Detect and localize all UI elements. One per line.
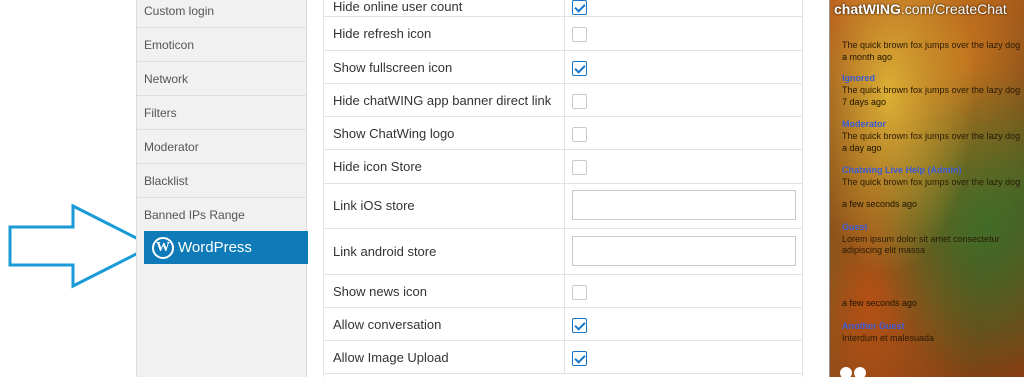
chat-message-user[interactable]: Another Guest	[842, 321, 905, 331]
chat-message-text: The quick brown fox jumps over the lazy …	[842, 177, 1021, 187]
allow-image-upload-checkbox[interactable]	[572, 351, 587, 366]
row-value	[564, 229, 802, 274]
table-row: Hide refresh icon	[324, 17, 802, 51]
hide-app-banner-checkbox[interactable]	[572, 94, 587, 109]
table-row: Allow conversation	[324, 308, 802, 341]
sidebar-item-filters[interactable]: Filters	[137, 96, 307, 130]
row-label: Show fullscreen icon	[333, 60, 453, 75]
allow-conversation-checkbox[interactable]	[572, 318, 587, 333]
row-label: Hide icon Store	[333, 159, 422, 174]
chat-message-time: 7 days ago	[842, 97, 887, 107]
chat-message-user[interactable]: Moderator	[842, 119, 886, 129]
row-label: Link iOS store	[333, 198, 415, 213]
preview-title-url: .com/CreateChat	[900, 1, 1007, 17]
table-row: Hide online user count	[324, 0, 802, 17]
settings-table: Hide online user count Hide refresh icon…	[323, 0, 803, 377]
row-value	[564, 308, 802, 340]
chat-message-text: The quick brown fox jumps over the lazy …	[842, 40, 1021, 50]
app-root: Custom login Emoticon Network Filters Mo…	[0, 0, 1024, 377]
chatbox-preview: chatWING.com/CreateChat The quick brown …	[829, 0, 1024, 377]
chat-message-text: Lorem ipsum dolor sit amet consectetur a…	[842, 234, 1000, 255]
row-label: Show news icon	[333, 284, 427, 299]
chat-message-text: The quick brown fox jumps over the lazy …	[842, 85, 1021, 95]
table-row: Show news icon	[324, 275, 802, 308]
row-value	[564, 275, 802, 307]
sidebar-item-blacklist[interactable]: Blacklist	[137, 164, 307, 198]
preview-title-brand: chatWING	[834, 1, 901, 17]
link-android-store-input[interactable]	[572, 236, 796, 266]
table-row: Link android store	[324, 229, 802, 275]
chat-message-time: a few seconds ago	[842, 298, 918, 308]
table-row: Hide icon Store	[324, 150, 802, 184]
row-label: Hide online user count	[333, 0, 463, 14]
preview-title: chatWING.com/CreateChat	[834, 1, 1007, 17]
link-ios-store-input[interactable]	[572, 190, 796, 220]
wordpress-icon: W	[152, 236, 174, 259]
sidebar-item-network[interactable]: Network	[137, 62, 307, 96]
emoticon-icon[interactable]	[840, 366, 870, 377]
sidebar-item-wordpress[interactable]: W WordPress	[144, 231, 308, 264]
settings-sidebar: Custom login Emoticon Network Filters Mo…	[136, 0, 308, 377]
chat-message-time: a few seconds ago	[842, 199, 918, 209]
chat-message-user[interactable]: Chatwing Live Help (Admin)	[842, 165, 962, 175]
row-label: Link android store	[333, 244, 437, 259]
chat-message-time: a month ago	[842, 52, 893, 62]
chat-message-text: Interdum et malesuada	[842, 333, 935, 343]
table-row: Allow Image Upload	[324, 341, 802, 374]
sidebar-item-banned-ips-range[interactable]: Banned IPs Range	[137, 198, 307, 232]
row-value	[564, 184, 802, 228]
table-row: Show fullscreen icon	[324, 51, 802, 84]
show-chatwing-logo-checkbox[interactable]	[572, 127, 587, 142]
row-label: Hide refresh icon	[333, 26, 432, 41]
hide-refresh-icon-checkbox[interactable]	[572, 27, 587, 42]
row-label: Hide chatWING app banner direct link	[333, 93, 552, 108]
table-row: Show ChatWing logo	[324, 117, 802, 150]
row-label: Show ChatWing logo	[333, 126, 455, 141]
chat-message-text: The quick brown fox jumps over the lazy …	[842, 131, 1021, 141]
row-value	[564, 150, 802, 183]
hide-icon-store-checkbox[interactable]	[572, 160, 587, 175]
table-row: Hide chatWING app banner direct link	[324, 84, 802, 117]
row-value	[564, 0, 802, 16]
row-value	[564, 117, 802, 149]
show-fullscreen-icon-checkbox[interactable]	[572, 61, 587, 76]
row-label: Allow Image Upload	[333, 350, 449, 365]
hide-online-user-count-checkbox[interactable]	[572, 0, 587, 15]
chat-message-time: a day ago	[842, 143, 882, 153]
chat-message-user[interactable]: Guest	[842, 222, 868, 232]
sidebar-item-emoticon[interactable]: Emoticon	[137, 28, 307, 62]
row-value	[564, 341, 802, 373]
sidebar-item-label: WordPress	[178, 239, 252, 256]
table-row: Link iOS store	[324, 184, 802, 229]
row-label: Allow conversation	[333, 317, 442, 332]
row-value	[564, 84, 802, 116]
chat-message-user[interactable]: Ignored	[842, 73, 875, 83]
row-value	[564, 51, 802, 83]
show-news-icon-checkbox[interactable]	[572, 285, 587, 300]
row-value	[564, 17, 802, 50]
sidebar-item-custom-login[interactable]: Custom login	[137, 0, 307, 28]
sidebar-item-moderator[interactable]: Moderator	[137, 130, 307, 164]
